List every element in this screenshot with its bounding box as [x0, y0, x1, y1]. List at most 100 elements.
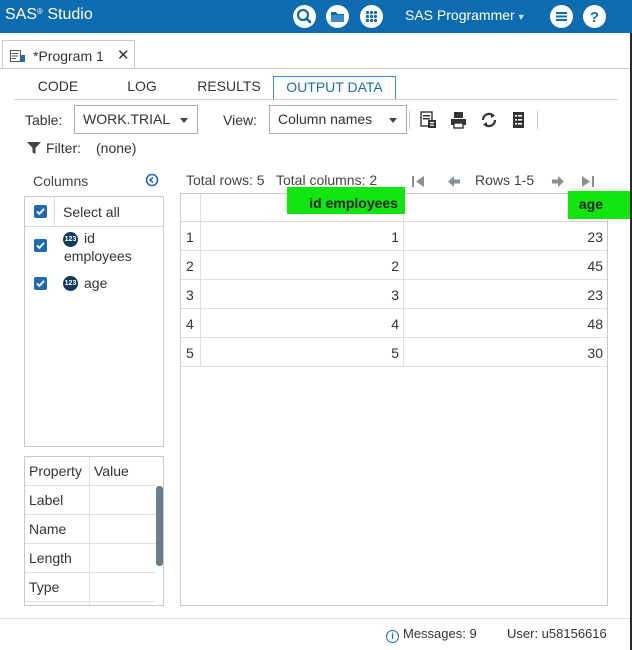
- collapse-panel-icon[interactable]: [145, 173, 159, 190]
- column-name: id: [84, 230, 95, 246]
- table-row[interactable]: 5 5 30: [181, 338, 607, 367]
- status-bar: i Messages: 9 User: u58156616: [0, 618, 632, 650]
- select-all-label: Select all: [63, 204, 120, 220]
- cell-age[interactable]: 23: [405, 229, 603, 245]
- refresh-icon[interactable]: [479, 110, 499, 130]
- view-select[interactable]: Column names: [269, 105, 407, 134]
- table-row[interactable]: 4 4 48: [181, 309, 607, 338]
- previous-page-icon[interactable]: [447, 174, 461, 190]
- properties-header: Property Value: [25, 457, 156, 486]
- column-item[interactable]: 123 id employees: [25, 228, 163, 268]
- column-name-continued: employees: [64, 248, 132, 264]
- tab-code[interactable]: CODE: [30, 76, 86, 100]
- view-label: View:: [223, 112, 257, 128]
- list-menu-icon[interactable]: [550, 5, 573, 28]
- search-icon[interactable]: [293, 5, 316, 28]
- value-header: Value: [94, 463, 129, 479]
- tab-divider: [0, 68, 632, 69]
- messages-count: Messages: 9: [403, 626, 477, 641]
- first-page-icon[interactable]: [411, 174, 425, 190]
- help-icon[interactable]: ?: [583, 5, 606, 28]
- print-icon[interactable]: [449, 110, 469, 130]
- cell-age[interactable]: 30: [405, 345, 603, 361]
- cell-age[interactable]: 45: [405, 258, 603, 274]
- column-properties-table: Property Value Label Name Length Type: [24, 456, 164, 606]
- tab-output-data[interactable]: OUTPUT DATA: [273, 76, 396, 100]
- columns-title: Columns: [33, 173, 89, 189]
- program-tab[interactable]: *Program 1 ✕: [2, 40, 135, 69]
- cell-id-employees[interactable]: 2: [201, 258, 399, 274]
- table-row[interactable]: 1 1 23: [181, 222, 607, 251]
- property-row: Name: [25, 515, 156, 544]
- table-row[interactable]: 2 2 45: [181, 251, 607, 280]
- svg-text:?: ?: [590, 9, 599, 26]
- cell-age[interactable]: 48: [405, 316, 603, 332]
- property-row: Label: [25, 486, 156, 515]
- total-rows: Total rows: 5: [186, 172, 265, 188]
- toolbar-divider: [537, 111, 538, 129]
- cell-id-employees[interactable]: 1: [201, 229, 399, 245]
- property-column-divider: [89, 457, 90, 605]
- apps-grid-icon[interactable]: [360, 5, 383, 28]
- row-number: 4: [186, 316, 194, 332]
- property-row: Type: [25, 573, 156, 602]
- cell-id-employees[interactable]: 3: [201, 287, 399, 303]
- messages-link[interactable]: i Messages: 9: [386, 626, 477, 643]
- user-role-menu[interactable]: SAS Programmer ▼: [405, 7, 526, 23]
- column-checkbox[interactable]: [34, 239, 47, 252]
- toolbar-divider: [409, 111, 410, 129]
- program-tab-label: *Program 1: [33, 48, 104, 64]
- user-id: User: u58156616: [507, 626, 607, 641]
- cell-age[interactable]: 23: [405, 287, 603, 303]
- total-columns: Total columns: 2: [276, 172, 378, 188]
- column-header-id-employees[interactable]: id employees: [287, 187, 405, 214]
- column-header-age[interactable]: age: [568, 191, 630, 219]
- row-number: 3: [186, 287, 194, 303]
- next-page-icon[interactable]: [551, 174, 565, 190]
- data-grid: 1 1 23 2 2 45 3 3 23 4 4 48 5 5 30: [180, 193, 608, 606]
- export-data-icon[interactable]: [419, 110, 439, 130]
- subtab-divider: [14, 99, 618, 100]
- tab-log[interactable]: LOG: [120, 76, 164, 100]
- numeric-type-icon: 123: [63, 232, 78, 247]
- column-checkbox[interactable]: [34, 277, 47, 290]
- column-name: age: [84, 275, 108, 291]
- chevron-down-icon: [180, 118, 188, 123]
- row-number: 1: [186, 229, 194, 245]
- app-header: SAS® Studio SAS Programmer ▼ ?: [0, 0, 632, 33]
- table-select-value: WORK.TRIAL: [83, 111, 171, 127]
- close-tab-icon[interactable]: ✕: [117, 46, 130, 64]
- last-page-icon[interactable]: [581, 174, 595, 190]
- view-select-value: Column names: [278, 111, 373, 127]
- table-select[interactable]: WORK.TRIAL: [74, 105, 198, 134]
- property-key: Length: [29, 550, 72, 566]
- property-key: Type: [29, 579, 60, 595]
- property-header: Property: [29, 463, 82, 479]
- property-key: Name: [29, 521, 67, 537]
- columns-list: Select all 123 id employees 123 age: [24, 196, 164, 447]
- rows-range: Rows 1-5: [475, 172, 535, 188]
- filter-icon[interactable]: [26, 140, 42, 159]
- cell-id-employees[interactable]: 5: [201, 345, 399, 361]
- chevron-down-icon: [389, 118, 397, 123]
- row-number: 2: [186, 258, 194, 274]
- app-brand: SAS® Studio: [5, 6, 93, 23]
- table-label: Table:: [25, 112, 63, 128]
- column-item[interactable]: 123 age: [25, 273, 163, 295]
- property-key: Label: [29, 492, 64, 508]
- numeric-type-icon: 123: [63, 276, 78, 291]
- cell-id-employees[interactable]: 4: [201, 316, 399, 332]
- filter-label: Filter:: [46, 140, 81, 156]
- filter-value[interactable]: (none): [96, 140, 136, 156]
- select-all-row[interactable]: Select all: [25, 197, 163, 227]
- info-icon: i: [386, 630, 399, 643]
- checkbox-column-divider: [54, 197, 55, 227]
- table-row[interactable]: 3 3 23: [181, 280, 607, 309]
- folder-icon[interactable]: [326, 5, 349, 28]
- row-number: 5: [186, 345, 194, 361]
- program-file-icon: [10, 50, 26, 66]
- tab-results[interactable]: RESULTS: [196, 76, 262, 100]
- table-properties-icon[interactable]: [509, 110, 529, 130]
- select-all-checkbox[interactable]: [34, 205, 47, 218]
- properties-scrollbar[interactable]: [156, 486, 163, 566]
